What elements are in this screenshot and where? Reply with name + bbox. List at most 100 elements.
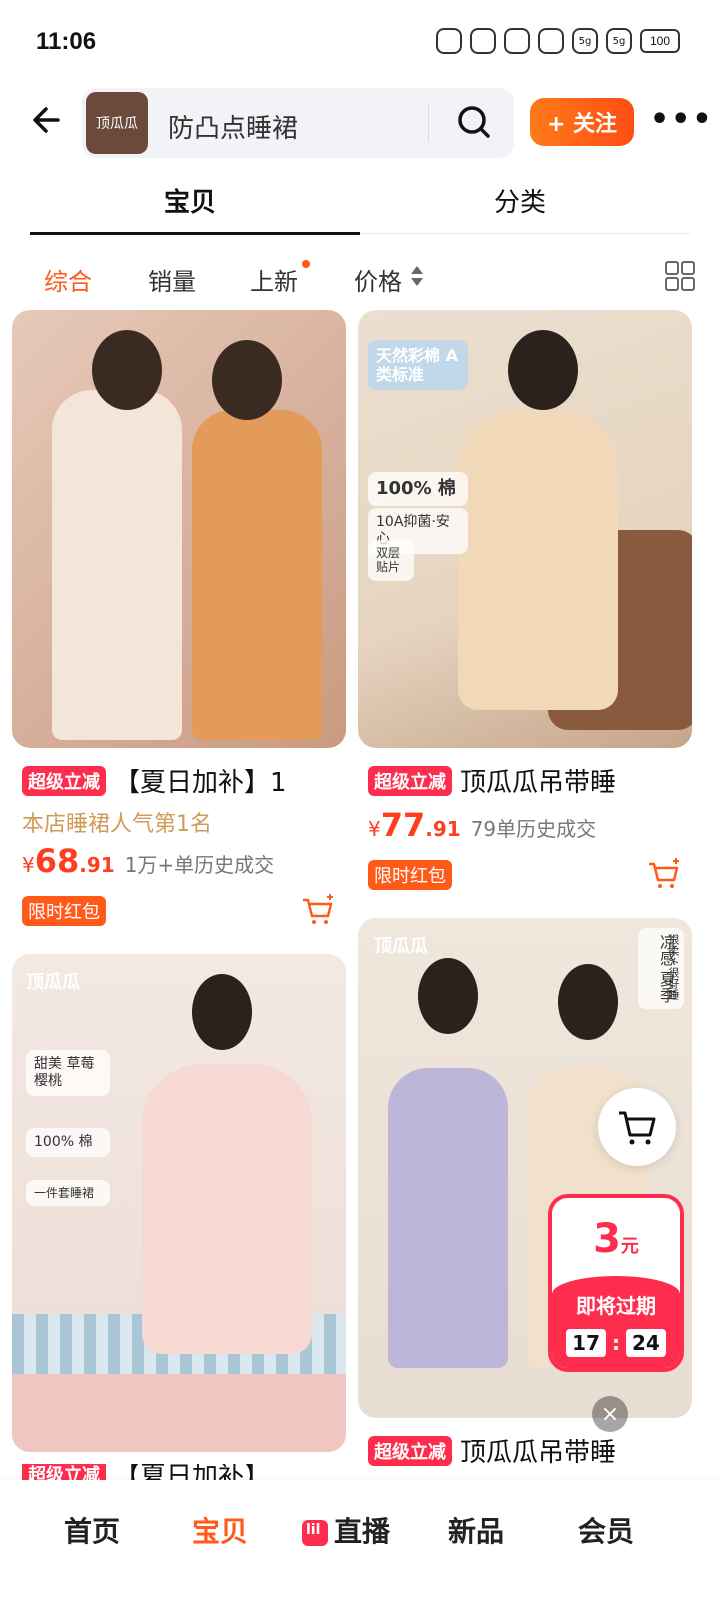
filter-comprehensive[interactable]: 综合 bbox=[44, 262, 92, 297]
image-badge: 一件套睡裙 bbox=[26, 1180, 110, 1207]
image-badge: 很柔 / 很好睡 bbox=[667, 934, 680, 1000]
countdown-minutes: 17 bbox=[566, 1329, 606, 1357]
product-card[interactable]: 超级立减 【夏日加补】1 本店睡裙人气第1名 ¥68.91 1万+单历史成交 限… bbox=[12, 310, 346, 930]
price-row: ¥68.91 1万+单历史成交 bbox=[22, 842, 274, 880]
mattress-shape bbox=[12, 1374, 346, 1452]
filter-price[interactable]: 价格 bbox=[354, 262, 402, 297]
product-photo: 顶瓜瓜 甜美 草莓樱桃 100% 棉 一件套睡裙 bbox=[12, 954, 346, 1452]
app-notification-icon bbox=[470, 28, 496, 54]
sort-arrows-icon bbox=[411, 266, 423, 286]
signal-5g-icon: 5g bbox=[606, 28, 632, 54]
sales-count: 1万+单历史成交 bbox=[124, 853, 275, 877]
price-integer: 77 bbox=[380, 806, 426, 844]
coupon-expire-label: 即将过期 bbox=[576, 1294, 656, 1318]
product-title[interactable]: 【夏日加补】1 bbox=[114, 762, 287, 799]
status-time: 11:06 bbox=[36, 28, 97, 55]
nav-member[interactable]: 会员 bbox=[578, 1510, 634, 1550]
app-notification-icon bbox=[436, 28, 462, 54]
live-icon bbox=[302, 1520, 328, 1546]
image-badge: 天然彩棉 A类标准 bbox=[368, 340, 468, 391]
nav-new[interactable]: 新品 bbox=[448, 1510, 504, 1550]
filter-sales[interactable]: 销量 bbox=[148, 262, 196, 297]
search-bar[interactable]: 顶瓜瓜 防凸点睡裙 bbox=[82, 88, 514, 158]
model-head-shape bbox=[418, 958, 478, 1034]
follow-button[interactable]: + 关注 bbox=[530, 98, 634, 146]
nav-home[interactable]: 首页 bbox=[64, 1510, 120, 1550]
countdown-seconds: 24 bbox=[626, 1329, 666, 1357]
expiring-coupon[interactable]: 3元 即将过期 17 : 24 bbox=[548, 1194, 684, 1372]
price-integer: 68 bbox=[34, 842, 80, 880]
back-arrow-icon bbox=[33, 107, 60, 133]
status-icons: 5g 5g 100 bbox=[436, 28, 680, 54]
close-coupon-button[interactable]: × bbox=[592, 1396, 628, 1432]
add-to-cart-icon[interactable] bbox=[300, 892, 336, 928]
product-image[interactable]: 顶瓜瓜 甜美 草莓樱桃 100% 棉 一件套睡裙 bbox=[12, 954, 346, 1452]
add-to-cart-icon[interactable] bbox=[646, 856, 682, 892]
product-title[interactable]: 顶瓜瓜吊带睡 bbox=[460, 1432, 616, 1469]
product-image[interactable]: 天然彩棉 A类标准 100% 棉 10A抑菌·安心 双层 贴片 bbox=[358, 310, 692, 748]
image-badge: 100% 棉 bbox=[368, 472, 468, 506]
shop-logo-text: 顶瓜瓜 bbox=[96, 116, 138, 132]
image-badge: 双层 贴片 bbox=[368, 540, 414, 581]
image-badge: 100% 棉 bbox=[26, 1128, 110, 1157]
nav-live-label: 直播 bbox=[334, 1515, 391, 1548]
price-decimal: .91 bbox=[425, 817, 461, 841]
model-head-shape bbox=[508, 330, 578, 410]
image-badge: 甜美 草莓樱桃 bbox=[26, 1050, 110, 1096]
new-indicator-dot bbox=[302, 260, 310, 268]
header: 顶瓜瓜 防凸点睡裙 + 关注 ••• bbox=[0, 84, 720, 160]
product-photo bbox=[12, 310, 346, 748]
promo-tag: 超级立减 bbox=[368, 765, 452, 796]
coupon-top: 3元 bbox=[552, 1198, 680, 1276]
app-notification-icon bbox=[538, 28, 564, 54]
search-divider bbox=[428, 104, 429, 142]
brand-watermark: 顶瓜瓜 bbox=[374, 936, 428, 957]
product-title-row: 超级立减 顶瓜瓜吊带睡 bbox=[368, 1432, 688, 1469]
product-title-row: 超级立减 顶瓜瓜吊带睡 bbox=[368, 762, 688, 799]
filter-new[interactable]: 上新 bbox=[250, 262, 298, 297]
search-query[interactable]: 防凸点睡裙 bbox=[168, 108, 298, 145]
sort-filters: 综合 销量 上新 价格 bbox=[0, 250, 720, 310]
dress-strawberry-shape bbox=[142, 1064, 312, 1354]
more-options-icon[interactable]: ••• bbox=[650, 102, 712, 142]
dress-cream-shape bbox=[52, 390, 182, 740]
tab-products[interactable]: 宝贝 bbox=[30, 182, 350, 219]
dress-orange-shape bbox=[192, 410, 322, 740]
countdown-separator: : bbox=[612, 1331, 620, 1355]
coupon-countdown: 17 : 24 bbox=[552, 1329, 680, 1357]
shopping-cart-icon bbox=[619, 1111, 656, 1145]
layout-toggle-icon[interactable] bbox=[664, 260, 696, 292]
promo-tag: 超级立减 bbox=[368, 1435, 452, 1466]
product-card[interactable]: 天然彩棉 A类标准 100% 棉 10A抑菌·安心 双层 贴片 超级立减 顶瓜瓜… bbox=[358, 310, 692, 890]
shop-tabs: 宝贝 分类 bbox=[30, 170, 690, 240]
product-image[interactable] bbox=[12, 310, 346, 748]
coupon-amount: 3元 bbox=[552, 1216, 680, 1262]
promo-tag: 超级立减 bbox=[22, 765, 106, 796]
floating-cart-button[interactable] bbox=[598, 1088, 676, 1166]
coupon-amount-value: 3 bbox=[593, 1216, 621, 1262]
tab-divider bbox=[360, 233, 690, 234]
bottom-navigation: 首页 宝贝 直播 新品 会员 bbox=[0, 1480, 720, 1609]
status-bar: 11:06 5g 5g 100 bbox=[0, 0, 720, 84]
tab-categories[interactable]: 分类 bbox=[360, 182, 680, 219]
product-subtitle: 本店睡裙人气第1名 bbox=[22, 812, 212, 837]
price-symbol: ¥ bbox=[368, 817, 381, 841]
product-title[interactable]: 顶瓜瓜吊带睡 bbox=[460, 762, 616, 799]
dress-floral-shape bbox=[458, 410, 618, 710]
product-photo: 天然彩棉 A类标准 100% 棉 10A抑菌·安心 双层 贴片 bbox=[358, 310, 692, 748]
back-button[interactable] bbox=[28, 100, 68, 140]
sales-count: 79单历史成交 bbox=[470, 817, 597, 841]
product-price: ¥68.91 bbox=[22, 842, 115, 880]
model-head-shape bbox=[212, 340, 282, 420]
nav-live[interactable]: 直播 bbox=[302, 1510, 390, 1550]
price-decimal: .91 bbox=[79, 853, 115, 877]
coupon-bottom: 即将过期 17 : 24 bbox=[552, 1276, 680, 1368]
shop-logo: 顶瓜瓜 bbox=[86, 92, 148, 154]
product-card[interactable]: 顶瓜瓜 甜美 草莓樱桃 100% 棉 一件套睡裙 超级立减 【夏日加补】 bbox=[12, 954, 346, 1484]
model-head-shape bbox=[92, 330, 162, 410]
search-button[interactable] bbox=[454, 102, 494, 142]
dress-lilac-shape bbox=[388, 1068, 508, 1368]
nav-products[interactable]: 宝贝 bbox=[192, 1510, 248, 1550]
price-symbol: ¥ bbox=[22, 853, 35, 877]
search-icon bbox=[458, 106, 490, 138]
